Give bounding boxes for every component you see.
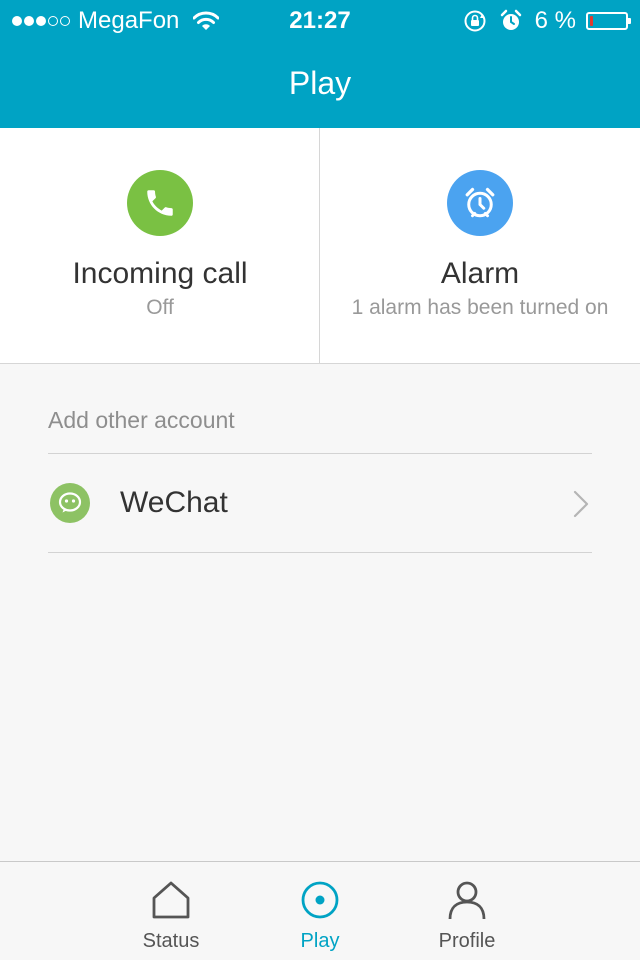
incoming-call-title: Incoming call <box>72 257 248 290</box>
play-target-icon <box>301 881 339 919</box>
tab-profile[interactable]: Profile <box>407 862 527 960</box>
chevron-right-icon <box>573 490 589 518</box>
wechat-account-row[interactable]: WeChat <box>48 454 592 552</box>
tab-play[interactable]: Play <box>260 862 380 960</box>
incoming-call-tile[interactable]: Incoming call Off <box>0 128 320 363</box>
battery-percent: 6 % <box>534 7 576 34</box>
orientation-lock-icon <box>464 10 486 32</box>
feature-tiles: Incoming call Off Alarm 1 alarm has been… <box>0 128 640 364</box>
add-account-label: Add other account <box>48 407 235 433</box>
alarm-title: Alarm <box>440 257 520 290</box>
person-icon <box>448 881 486 920</box>
battery-level-fill <box>590 16 593 26</box>
incoming-call-status: Off <box>146 296 174 319</box>
wechat-label: WeChat <box>120 486 228 519</box>
divider <box>48 552 592 553</box>
page-title: Play <box>288 65 352 101</box>
tab-status-label: Status <box>142 930 200 952</box>
alarm-tile[interactable]: Alarm 1 alarm has been turned on <box>319 128 640 363</box>
battery-icon <box>586 12 631 30</box>
tab-bar: Status Play Profile <box>0 861 640 960</box>
app-header: MegaFon 21:27 6 % Play <box>0 0 640 128</box>
status-bar: MegaFon 21:27 6 % <box>0 0 640 40</box>
tab-play-label: Play <box>300 930 340 952</box>
tab-profile-label: Profile <box>438 930 496 952</box>
status-right: 6 % <box>463 6 631 36</box>
home-icon <box>152 881 190 919</box>
battery-tip <box>628 18 631 24</box>
alarm-clock-icon <box>500 9 521 30</box>
tab-status[interactable]: Status <box>111 862 231 960</box>
phone-icon <box>127 170 193 236</box>
alarm-icon <box>447 170 513 236</box>
wechat-icon <box>50 483 90 523</box>
alarm-status: 1 alarm has been turned on <box>351 296 609 319</box>
